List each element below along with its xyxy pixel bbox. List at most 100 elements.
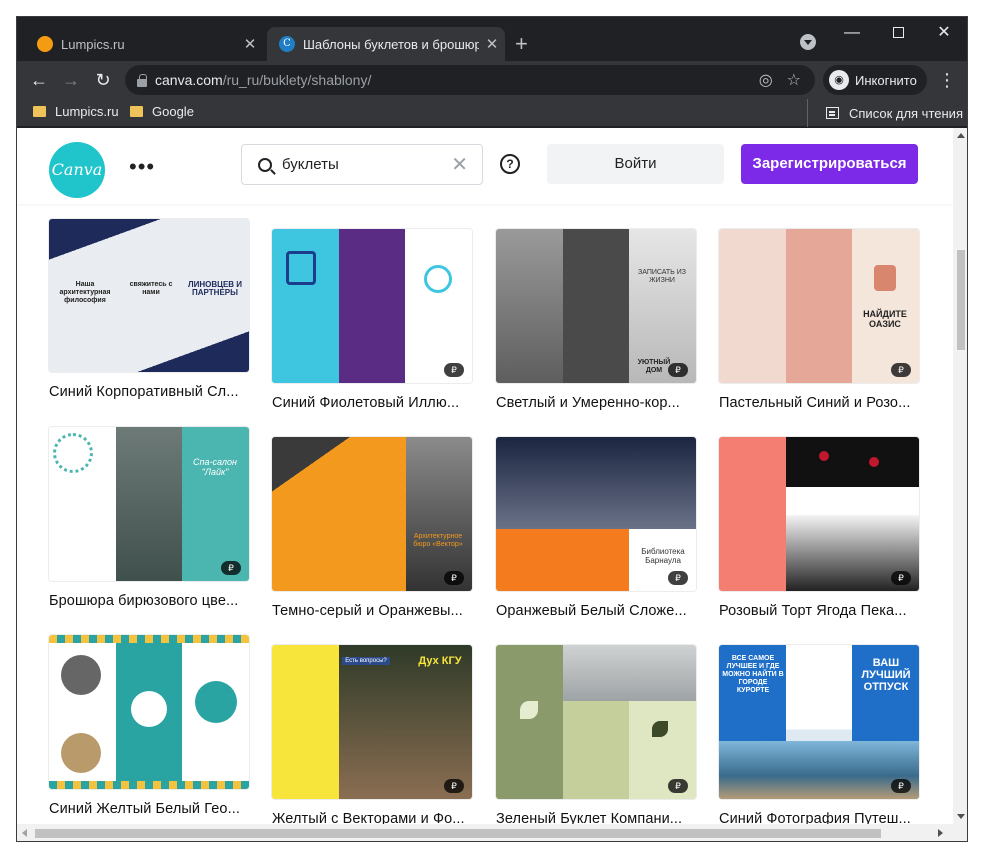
signup-button[interactable]: Зарегистрироваться bbox=[741, 144, 918, 184]
bookmark-lumpics[interactable]: Lumpics.ru bbox=[33, 104, 119, 119]
template-thumbnail[interactable]: Дух КГУ Есть вопросы? ₽ bbox=[272, 645, 472, 799]
new-tab-icon[interactable]: + bbox=[515, 31, 528, 57]
ornament-icon bbox=[53, 433, 93, 473]
address-bar[interactable]: canva.com /ru_ru/buklety/shablony/ ◎ ☆ bbox=[125, 65, 815, 95]
template-thumbnail[interactable]: ВСЕ САМОЕ ЛУЧШЕЕ И ГДЕ МОЖНО НАЙТИ В ГОР… bbox=[719, 645, 919, 799]
template-title[interactable]: Пастельный Синий и Розо... bbox=[719, 395, 919, 411]
url-path: /ru_ru/buklety/shablony/ bbox=[222, 72, 372, 88]
back-icon[interactable]: ← bbox=[25, 66, 53, 94]
horizontal-scrollbar[interactable] bbox=[17, 824, 967, 841]
thumb-text: Наша архитектурная философия bbox=[59, 281, 111, 304]
template-title[interactable]: Желтый с Векторами и Фо... bbox=[272, 811, 472, 824]
template-card[interactable]: Синий Желтый Белый Гео... bbox=[49, 635, 249, 817]
template-title[interactable]: Синий Фотография Путеш... bbox=[719, 811, 919, 824]
paid-badge: ₽ bbox=[891, 363, 911, 377]
template-title[interactable]: Синий Желтый Белый Гео... bbox=[49, 801, 249, 817]
template-thumbnail[interactable]: ₽ bbox=[719, 437, 919, 591]
reload-icon[interactable]: ↻ bbox=[89, 66, 117, 94]
search-input[interactable] bbox=[282, 156, 452, 173]
scroll-up-icon[interactable] bbox=[957, 133, 965, 138]
help-icon[interactable]: ? bbox=[500, 154, 520, 174]
leaf-icon bbox=[520, 701, 538, 719]
browser-window: Lumpics.ru ✕ C Шаблоны буклетов и брошюр… bbox=[16, 16, 968, 842]
template-card[interactable]: Дух КГУ Есть вопросы? ₽ Желтый с Вектора… bbox=[272, 645, 472, 824]
thumb-text: ЗАПИСАТЬ ИЗ ЖИЗНИ bbox=[638, 269, 686, 284]
incognito-profile-button[interactable]: ◉ Инкогнито bbox=[823, 65, 927, 95]
scroll-right-icon[interactable] bbox=[938, 829, 943, 837]
reading-list-icon bbox=[826, 107, 839, 119]
template-thumbnail[interactable]: Библиотека Барнаула ₽ bbox=[496, 437, 696, 591]
template-card[interactable]: ЗАПИСАТЬ ИЗ ЖИЗНИ УЮТНЫЙ ДОМ ₽ Светлый и… bbox=[496, 229, 696, 411]
template-title[interactable]: Брошюра бирюзового цве... bbox=[49, 593, 249, 609]
more-menu-icon[interactable]: ••• bbox=[129, 154, 155, 180]
bookmark-google[interactable]: Google bbox=[130, 104, 194, 119]
template-thumbnail[interactable] bbox=[49, 635, 249, 789]
thumb-text: Архитектурное бюро «Вектор» bbox=[413, 533, 463, 548]
lumpics-favicon-icon bbox=[37, 36, 53, 52]
template-title[interactable]: Оранжевый Белый Сложе... bbox=[496, 603, 696, 619]
template-card[interactable]: Библиотека Барнаула ₽ Оранжевый Белый Сл… bbox=[496, 437, 696, 619]
template-card[interactable]: ₽ Зеленый Буклет Компани... bbox=[496, 645, 696, 824]
browser-menu-icon[interactable]: ⋮ bbox=[935, 66, 959, 94]
reading-list-label: Список для чтения bbox=[849, 105, 963, 121]
photo-circle bbox=[61, 733, 101, 773]
thumb-text: Есть вопросы? bbox=[342, 657, 390, 665]
tracking-blocked-icon[interactable]: ◎ bbox=[759, 70, 773, 90]
minimize-icon[interactable]: — bbox=[829, 21, 875, 45]
vertical-scrollbar[interactable] bbox=[953, 128, 967, 824]
reading-list-button[interactable]: Список для чтения bbox=[807, 99, 963, 127]
template-title[interactable]: Темно-серый и Оранжевы... bbox=[272, 603, 472, 619]
template-title[interactable]: Зеленый Буклет Компани... bbox=[496, 811, 696, 824]
url-host: canva.com bbox=[155, 72, 223, 88]
template-card[interactable]: Архитектурное бюро «Вектор» ₽ Темно-серы… bbox=[272, 437, 472, 619]
search-box[interactable]: ✕ bbox=[241, 144, 483, 185]
template-card[interactable]: ₽ Розовый Торт Ягода Пека... bbox=[719, 437, 919, 619]
bookmark-label: Lumpics.ru bbox=[55, 104, 119, 119]
tab-lumpics[interactable]: Lumpics.ru ✕ bbox=[25, 27, 263, 61]
tab-title: Шаблоны буклетов и брошюр | bbox=[303, 36, 479, 52]
folder-icon bbox=[130, 106, 143, 117]
template-thumbnail[interactable]: Спа-салон "Лайк" ₽ bbox=[49, 427, 249, 581]
template-thumbnail[interactable]: Наша архитектурная философия свяжитесь с… bbox=[49, 219, 249, 372]
template-title[interactable]: Светлый и Умеренно-кор... bbox=[496, 395, 696, 411]
login-button[interactable]: Войти bbox=[547, 144, 724, 184]
paid-badge: ₽ bbox=[444, 779, 464, 793]
scroll-thumb[interactable] bbox=[957, 250, 965, 350]
canva-logo[interactable]: Canva bbox=[49, 142, 105, 198]
template-thumbnail[interactable]: НАЙДИТЕ ОАЗИС ₽ bbox=[719, 229, 919, 383]
forward-icon[interactable]: → bbox=[57, 66, 85, 94]
paid-badge: ₽ bbox=[668, 779, 688, 793]
template-card[interactable]: НАЙДИТЕ ОАЗИС ₽ Пастельный Синий и Розо.… bbox=[719, 229, 919, 411]
tab-strip: Lumpics.ru ✕ C Шаблоны буклетов и брошюр… bbox=[17, 17, 967, 61]
tab-close-icon[interactable]: ✕ bbox=[237, 35, 263, 53]
scroll-thumb[interactable] bbox=[35, 829, 881, 838]
clear-search-icon[interactable]: ✕ bbox=[451, 152, 468, 177]
template-card[interactable]: Спа-салон "Лайк" ₽ Брошюра бирюзового цв… bbox=[49, 427, 249, 609]
folder-icon bbox=[33, 106, 46, 117]
template-thumbnail[interactable]: ₽ bbox=[496, 645, 696, 799]
maximize-icon[interactable] bbox=[875, 21, 921, 45]
template-thumbnail[interactable]: Архитектурное бюро «Вектор» ₽ bbox=[272, 437, 472, 591]
tab-canva[interactable]: C Шаблоны буклетов и брошюр | ✕ bbox=[267, 27, 505, 61]
template-thumbnail[interactable]: ₽ bbox=[272, 229, 472, 383]
scroll-left-icon[interactable] bbox=[22, 829, 27, 837]
template-card[interactable]: ВСЕ САМОЕ ЛУЧШЕЕ И ГДЕ МОЖНО НАЙТИ В ГОР… bbox=[719, 645, 919, 824]
template-title[interactable]: Синий Корпоративный Сл... bbox=[49, 384, 249, 400]
tab-close-icon[interactable]: ✕ bbox=[479, 35, 505, 53]
template-card[interactable]: Наша архитектурная философия свяжитесь с… bbox=[49, 219, 249, 400]
paid-badge: ₽ bbox=[891, 779, 911, 793]
window-close-icon[interactable]: ✕ bbox=[921, 21, 967, 45]
bookmark-star-icon[interactable]: ☆ bbox=[787, 70, 801, 90]
template-thumbnail[interactable]: ЗАПИСАТЬ ИЗ ЖИЗНИ УЮТНЫЙ ДОМ ₽ bbox=[496, 229, 696, 383]
canva-favicon-icon: C bbox=[279, 36, 295, 52]
paid-badge: ₽ bbox=[444, 571, 464, 585]
paid-badge: ₽ bbox=[668, 571, 688, 585]
scroll-down-icon[interactable] bbox=[957, 814, 965, 819]
template-title[interactable]: Розовый Торт Ягода Пека... bbox=[719, 603, 919, 619]
template-title[interactable]: Синий Фиолетовый Иллю... bbox=[272, 395, 472, 411]
circle-shape bbox=[131, 691, 167, 727]
tab-search-icon[interactable] bbox=[800, 34, 816, 50]
template-card[interactable]: ₽ Синий Фиолетовый Иллю... bbox=[272, 229, 472, 411]
paid-badge: ₽ bbox=[891, 571, 911, 585]
bookmarks-bar: Lumpics.ru Google Список для чтения bbox=[17, 99, 967, 127]
